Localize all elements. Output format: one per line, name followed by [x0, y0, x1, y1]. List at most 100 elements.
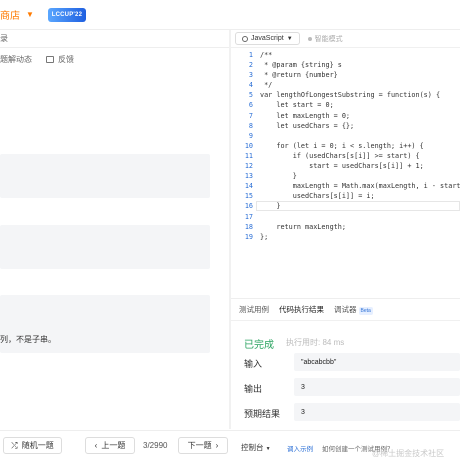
description-panel: 录 题解动态 反馈 列，不是子串。	[0, 30, 229, 429]
code-line[interactable]: 14 maxLength = Math.max(maxLength, i - s…	[231, 181, 460, 191]
code-line[interactable]: 5 var lengthOfLongestSubstring = function…	[231, 90, 460, 100]
code-text: if (usedChars[s[i]] >= start) {	[260, 151, 420, 160]
line-number: 16	[244, 202, 253, 211]
smart-mode-toggle[interactable]: 智能模式	[307, 34, 343, 44]
prev-label: 上一题	[101, 441, 126, 450]
watermark: @稀土掘金技术社区	[372, 449, 445, 458]
input-label: 输入	[244, 359, 263, 369]
line-number: 14	[244, 182, 253, 191]
code-text: return maxLength;	[260, 222, 346, 231]
line-number: 19	[244, 232, 253, 241]
load-example-link[interactable]: 调入示例	[287, 443, 313, 453]
prev-question-button[interactable]: ‹ 上一题	[85, 437, 135, 454]
code-line[interactable]: 11 if (usedChars[s[i]] >= start) {	[231, 151, 460, 161]
code-line[interactable]: 6 let start = 0;	[231, 100, 460, 110]
input-value: "abcabcbb"	[294, 353, 460, 371]
code-line[interactable]: 2 * @param {string} s	[231, 60, 460, 70]
line-number: 18	[244, 222, 253, 231]
tab-debugger-label: 调试器	[334, 305, 357, 314]
line-number: 10	[244, 141, 253, 150]
line-number: 13	[244, 172, 253, 181]
code-line[interactable]: 3 * @return {number}	[231, 70, 460, 80]
editor-toolbar: JavaScript ▼ 智能模式	[231, 30, 460, 48]
code-text: };	[260, 232, 269, 241]
line-number: 3	[248, 71, 253, 80]
smart-mode-label: 智能模式	[314, 35, 343, 43]
code-line[interactable]: 19};	[231, 232, 460, 242]
output-label: 输出	[244, 384, 263, 394]
line-number: 11	[244, 151, 253, 160]
code-line[interactable]: 17	[231, 212, 460, 222]
console-toggle[interactable]: 控制台 ▼	[241, 442, 271, 453]
test-panel: 测试用例 代码执行结果 调试器 Beta 已完成 执行用时: 84 ms 输入 "…	[231, 298, 460, 429]
exec-time: 执行用时: 84 ms	[286, 338, 345, 347]
chevron-down-icon: ▼	[286, 35, 293, 42]
code-line[interactable]: 12 start = usedChars[s[i]] + 1;	[231, 161, 460, 171]
code-line[interactable]: 4 */	[231, 80, 460, 90]
tab-debugger[interactable]: 调试器 Beta	[334, 304, 373, 315]
solution-news-link[interactable]: 题解动态	[0, 54, 32, 65]
expected-value: 3	[294, 403, 460, 421]
random-question-button[interactable]: ⤮ 随机一题	[3, 437, 62, 454]
line-number: 1	[248, 51, 253, 59]
tab-fragment[interactable]: 录	[0, 33, 8, 44]
bottom-bar: ⤮ 随机一题 ‹ 上一题 3/2990 下一题 › 控制台 ▼ 调入示例 如何创…	[0, 430, 460, 460]
tab-result[interactable]: 代码执行结果	[279, 304, 324, 315]
shuffle-icon: ⤮	[11, 440, 18, 450]
code-text: maxLength = Math.max(maxLength, i - star…	[260, 182, 460, 191]
code-text: }	[260, 172, 297, 181]
info-icon	[242, 35, 248, 42]
line-number: 2	[248, 61, 253, 70]
next-question-button[interactable]: 下一题 ›	[178, 437, 228, 454]
next-label: 下一题	[187, 441, 212, 450]
code-line[interactable]: 8 let usedChars = {};	[231, 121, 460, 131]
code-line[interactable]: 10 for (let i = 0; i < s.length; i++) {	[231, 141, 460, 151]
chevron-down-icon[interactable]: ▼	[26, 10, 34, 19]
line-number: 15	[244, 192, 253, 201]
line-number: 9	[248, 131, 253, 140]
chevron-left-icon: ‹	[94, 441, 98, 450]
code-line[interactable]: 7 let maxLength = 0;	[231, 111, 460, 121]
code-line[interactable]: 13 }	[231, 171, 460, 181]
code-text: let maxLength = 0;	[260, 111, 351, 120]
code-line[interactable]: 18 return maxLength;	[231, 222, 460, 232]
line-number: 4	[248, 81, 253, 90]
line-number: 8	[248, 121, 253, 130]
console-label: 控制台	[241, 443, 264, 452]
code-text: for (let i = 0; i < s.length; i++) {	[260, 141, 424, 150]
code-line[interactable]: 15 usedChars[s[i]] = i;	[231, 191, 460, 201]
feedback-button[interactable]: 反馈	[46, 54, 74, 65]
top-navbar: 商店 ▼ LCCUP'22	[0, 0, 460, 30]
code-editor: JavaScript ▼ 智能模式 1/** 2 * @param {string…	[231, 30, 460, 295]
feedback-icon	[46, 55, 54, 63]
code-text: /**	[260, 51, 273, 59]
line-number: 5	[248, 91, 253, 100]
code-line[interactable]: 1 /**	[231, 50, 460, 60]
expected-label: 预期结果	[244, 409, 281, 419]
line-number: 12	[244, 162, 253, 171]
tab-testcase[interactable]: 测试用例	[239, 304, 269, 315]
code-text: let usedChars = {};	[260, 121, 355, 130]
example-block-3: 列，不是子串。	[0, 295, 210, 353]
code-text: var lengthOfLongestSubstring = function(…	[260, 91, 441, 100]
contest-badge[interactable]: LCCUP'22	[47, 7, 86, 22]
example-block-1	[0, 154, 210, 198]
line-number: 6	[248, 101, 253, 110]
status-dot-icon	[307, 36, 312, 41]
active-line-highlight	[256, 201, 460, 212]
code-text: start = usedChars[s[i]] + 1;	[260, 162, 424, 171]
test-tabs: 测试用例 代码执行结果 调试器 Beta	[231, 299, 460, 321]
code-text: * @param {string} s	[260, 61, 342, 70]
description-tabbar: 录	[0, 30, 229, 48]
beta-badge: Beta	[358, 307, 373, 315]
chevron-down-icon: ▼	[265, 446, 271, 452]
run-status: 已完成	[244, 340, 274, 351]
code-area[interactable]: 1/** 2 * @param {string} s3 * @return {nu…	[231, 50, 460, 242]
code-line[interactable]: 16 }	[231, 201, 460, 212]
line-number: 17	[244, 212, 253, 221]
language-select[interactable]: JavaScript ▼	[235, 32, 300, 45]
output-value: 3	[294, 378, 460, 396]
shop-link[interactable]: 商店	[0, 7, 20, 22]
question-pager: 3/2990	[143, 441, 168, 450]
code-line[interactable]: 9	[231, 131, 460, 141]
